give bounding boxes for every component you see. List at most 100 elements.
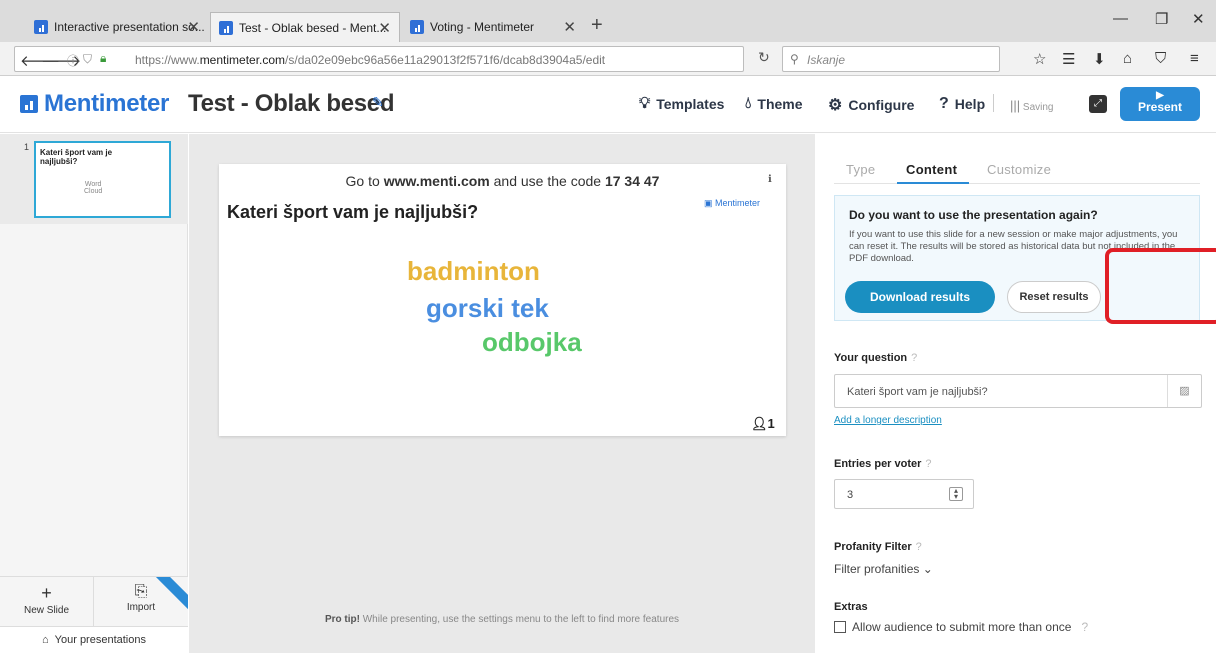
filter-profanities-dropdown[interactable]: Filter profanities ⌄: [834, 562, 933, 576]
entries-label: Entries per voter?: [834, 458, 932, 470]
lightbulb-icon: 💡︎: [639, 95, 651, 112]
slide-thumbnail[interactable]: Kateri šport vam je najljubši? Word Clou…: [34, 141, 171, 218]
download-results-button[interactable]: Download results: [845, 281, 995, 313]
stepper-icon[interactable]: ▴ ▾: [949, 487, 963, 501]
new-slide-button[interactable]: + New Slide: [0, 576, 94, 626]
join-instruction: Go to www.menti.com and use the code 17 …: [345, 173, 660, 189]
word-cloud-word: badminton: [407, 256, 540, 286]
lock-icon: 🔒︎: [100, 51, 107, 65]
tab-divider: [834, 183, 1200, 184]
slide-question: Kateri šport vam je najljubši?: [227, 202, 479, 222]
search-input[interactable]: ⚲ Iskanje: [782, 46, 1000, 72]
reset-results-button[interactable]: Reset results: [1007, 281, 1101, 313]
slide-number: 1: [24, 142, 30, 152]
tab-label: Test - Oblak besed - Ment...: [239, 20, 387, 35]
your-question-label: Your question?: [834, 352, 918, 364]
search-icon: ⚲: [790, 52, 799, 66]
present-button[interactable]: ▶ Present: [1120, 87, 1200, 121]
checkbox[interactable]: [834, 621, 846, 633]
theme-label: Theme: [757, 96, 803, 112]
browser-tab-2[interactable]: Test - Oblak besed - Ment... ✕: [210, 12, 400, 42]
browser-tab-3[interactable]: Voting - Mentimeter ✕: [402, 12, 584, 42]
logo[interactable]: Mentimeter: [44, 90, 169, 118]
pro-tip: Pro tip! While presenting, use the setti…: [324, 614, 680, 625]
tab-content[interactable]: Content: [906, 162, 957, 177]
allow-multiple-submissions-checkbox[interactable]: Allow audience to submit more than once …: [834, 620, 1088, 634]
reload-icon[interactable]: ↻: [758, 49, 770, 66]
your-presentations-link[interactable]: ⌂ Your presentations: [0, 626, 188, 653]
image-icon[interactable]: ▨: [1167, 375, 1201, 407]
app-header: Mentimeter Test - Oblak besed ✎ 💡︎ Templ…: [0, 77, 1216, 133]
templates-label: Templates: [656, 96, 725, 112]
url-text[interactable]: https://www.mentimeter.com/s/da02e09ebc9…: [135, 53, 605, 67]
pocket-icon[interactable]: ⛉: [1155, 50, 1166, 67]
word-cloud-word: gorski tek: [426, 293, 549, 323]
annotation-highlight-box: [1105, 248, 1216, 324]
question-input[interactable]: Kateri šport vam je najljubši? ▨: [834, 374, 1202, 408]
new-tab-button[interactable]: +: [591, 14, 603, 37]
theme-button[interactable]: 💧︎ Theme: [745, 95, 803, 113]
add-description-link[interactable]: Add a longer description: [834, 415, 942, 426]
extras-label: Extras: [834, 601, 868, 613]
tab-customize[interactable]: Customize: [987, 162, 1051, 177]
word-cloud-type-label: Word Cloud: [84, 181, 103, 195]
configure-button[interactable]: ⚙ Configure: [828, 95, 914, 115]
slide-preview[interactable]: Go to www.menti.com and use the code 17 …: [219, 164, 786, 436]
saving-bars-icon: |||: [1010, 98, 1021, 113]
mentimeter-favicon-icon: [410, 20, 424, 34]
help-button[interactable]: ? Help: [939, 95, 985, 113]
thumbnail-title: Kateri šport vam je najljubši?: [40, 148, 113, 166]
minimize-icon[interactable]: —: [1113, 10, 1128, 27]
close-tab-icon[interactable]: ✕: [187, 18, 200, 36]
configure-label: Configure: [848, 97, 915, 113]
chevron-down-icon: ⌄: [922, 562, 933, 576]
import-button[interactable]: ⎘ Import: [94, 576, 188, 626]
home-icon: ⌂: [42, 634, 49, 646]
active-tab-indicator: [897, 182, 969, 184]
presentation-title[interactable]: Test - Oblak besed: [188, 90, 395, 118]
help-label: Help: [954, 96, 986, 112]
close-tab-icon[interactable]: ✕: [378, 19, 391, 37]
slide-list-item[interactable]: 1 Kateri šport vam je najljubši? Word Cl…: [0, 134, 188, 224]
home-icon[interactable]: ⌂: [1123, 50, 1132, 67]
saving-status: ||| Saving: [1010, 98, 1054, 113]
reading-list-icon[interactable]: ☰: [1062, 50, 1075, 68]
restore-icon[interactable]: ❐: [1155, 10, 1168, 28]
shield-icon[interactable]: ⛉: [83, 52, 92, 67]
fullscreen-icon[interactable]: ⤢: [1089, 95, 1107, 113]
question-icon: ?: [939, 95, 949, 112]
editor-panel: Type Content Customize Do you want to us…: [816, 134, 1216, 653]
entries-per-voter-input[interactable]: 3 ▴ ▾: [834, 479, 974, 509]
browser-nav-bar: 🡐 🡒 ⓘ ⛉ 🔒︎ https://www.mentimeter.com/s/…: [0, 42, 1216, 76]
gear-icon: ⚙: [828, 97, 843, 114]
download-icon[interactable]: ⬇: [1093, 50, 1106, 68]
close-window-icon[interactable]: ✕: [1192, 10, 1205, 28]
slides-panel: 1 Kateri šport vam je najljubši? Word Cl…: [0, 134, 188, 653]
tab-label: Voting - Mentimeter: [430, 20, 535, 34]
info-icon[interactable]: ⓘ: [67, 52, 79, 69]
droplet-icon: 💧︎: [745, 95, 752, 112]
info-icon[interactable]: ℹ: [768, 174, 772, 185]
plus-icon: +: [41, 583, 52, 603]
tab-type[interactable]: Type: [846, 162, 875, 177]
divider: [993, 94, 994, 112]
tab-label: Interactive presentation so...: [54, 20, 205, 34]
mentimeter-logo-icon: [20, 95, 38, 113]
user-icon: 👤︎: [751, 416, 768, 431]
templates-button[interactable]: 💡︎ Templates: [639, 95, 724, 113]
browser-tab-1[interactable]: Interactive presentation so... ✕: [26, 12, 208, 42]
bookmark-star-icon[interactable]: ☆: [1033, 50, 1046, 68]
participant-count: 👤︎1: [751, 416, 775, 431]
close-tab-icon[interactable]: ✕: [563, 18, 576, 36]
profanity-filter-label: Profanity Filter?: [834, 541, 922, 553]
url-bar[interactable]: 🡐 🡒 ⓘ ⛉ 🔒︎ https://www.mentimeter.com/s/…: [14, 46, 744, 72]
menu-icon[interactable]: ≡: [1190, 50, 1199, 67]
mentimeter-favicon-icon: [34, 20, 48, 34]
slide-canvas: Go to www.menti.com and use the code 17 …: [189, 134, 815, 653]
reuse-title: Do you want to use the presentation agai…: [849, 208, 1098, 222]
word-cloud-word: odbojka: [482, 327, 582, 357]
pencil-icon[interactable]: ✎: [372, 94, 384, 111]
browser-tab-bar: Interactive presentation so... ✕ Test - …: [0, 0, 1216, 42]
mentimeter-favicon-icon: [219, 20, 233, 35]
search-placeholder: Iskanje: [807, 53, 846, 67]
